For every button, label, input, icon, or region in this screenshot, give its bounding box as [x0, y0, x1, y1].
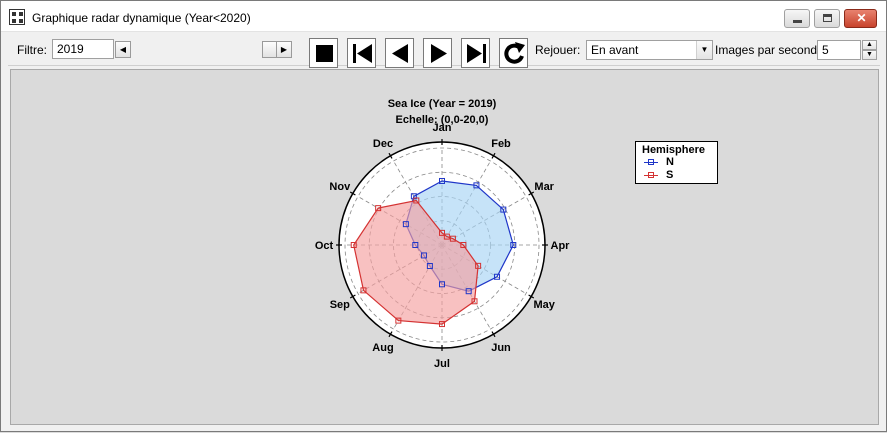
axis-label-nov: Nov — [329, 181, 351, 193]
chart-title: Sea Ice (Year = 2019) — [388, 98, 497, 110]
axis-label-jul: Jul — [434, 358, 450, 370]
axis-label-mar: Mar — [534, 181, 554, 193]
axis-label-jun: Jun — [491, 342, 511, 354]
axis-label-apr: Apr — [551, 240, 571, 252]
axis-label-sep: Sep — [330, 299, 350, 311]
axis-label-dec: Dec — [373, 138, 393, 150]
legend: Hemisphere N S — [635, 141, 718, 184]
main-window: Graphique radar dynamique (Year<2020) ✕ … — [0, 0, 887, 432]
axis-label-feb: Feb — [491, 138, 511, 150]
axis-label-jan: Jan — [433, 122, 452, 134]
radar-chart: Sea Ice (Year = 2019) Echelle: (0,0-20,0… — [315, 98, 571, 370]
legend-title: Hemisphere — [642, 144, 705, 156]
legend-label-n: N — [666, 156, 674, 168]
axis-label-oct: Oct — [315, 240, 334, 252]
legend-label-s: S — [666, 169, 674, 181]
axis-label-may: May — [533, 299, 555, 311]
axis-label-aug: Aug — [372, 342, 393, 354]
